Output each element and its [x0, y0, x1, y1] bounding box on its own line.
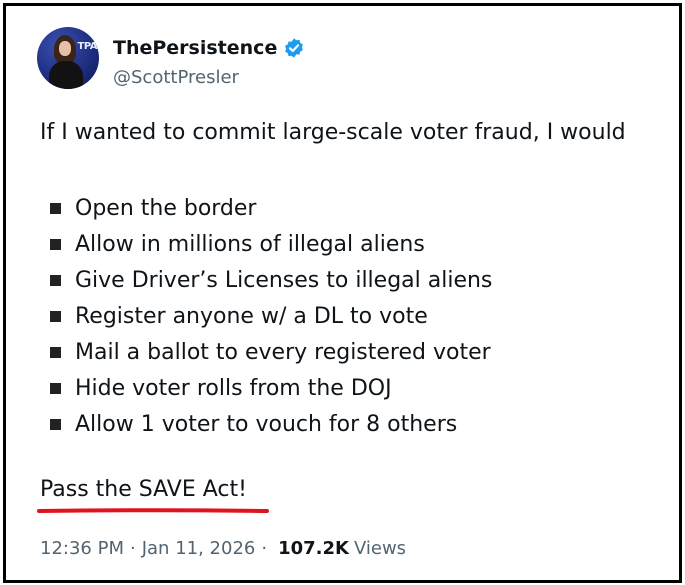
avatar-body — [49, 61, 83, 89]
list-item: Allow in millions of illegal aliens — [50, 226, 492, 262]
list-item-text: Give Driver’s Licenses to illegal aliens — [75, 267, 493, 293]
tweet-meta: 12:36 PM · Jan 11, 2026 · 107.2K Views — [40, 538, 406, 559]
tweet-intro-text: If I wanted to commit large-scale voter … — [40, 120, 626, 145]
red-underline-mark — [37, 508, 269, 513]
square-bullet-icon — [50, 238, 61, 250]
tweet-card: TPA ThePersistence @ScottPresler If I wa… — [3, 3, 682, 583]
tweet-time[interactable]: 12:36 PM — [40, 538, 124, 559]
square-bullet-icon — [50, 274, 61, 286]
square-bullet-icon — [50, 310, 61, 322]
avatar-banner-text: TPA — [77, 41, 98, 52]
list-item: Allow 1 voter to vouch for 8 others — [50, 406, 492, 442]
list-item: Open the border — [50, 190, 492, 226]
author-name-row[interactable]: ThePersistence — [113, 37, 305, 59]
list-item-text: Hide voter rolls from the DOJ — [75, 375, 392, 401]
views-count: 107.2K — [278, 538, 349, 559]
list-item-text: Allow 1 voter to vouch for 8 others — [75, 411, 458, 437]
avatar[interactable]: TPA — [37, 27, 99, 89]
bullet-list: Open the border Allow in millions of ill… — [50, 190, 492, 442]
call-to-action-text: Pass the SAVE Act! — [40, 477, 247, 502]
author-handle[interactable]: @ScottPresler — [113, 67, 239, 88]
square-bullet-icon — [50, 418, 61, 430]
avatar-face — [59, 41, 71, 56]
tweet-date[interactable]: Jan 11, 2026 — [142, 538, 256, 559]
square-bullet-icon — [50, 346, 61, 358]
views-label: Views — [353, 538, 407, 559]
list-item: Hide voter rolls from the DOJ — [50, 370, 492, 406]
square-bullet-icon — [50, 382, 61, 394]
square-bullet-icon — [50, 202, 61, 214]
list-item-text: Allow in millions of illegal aliens — [75, 231, 425, 257]
list-item-text: Register anyone w/ a DL to vote — [75, 303, 428, 329]
list-item-text: Mail a ballot to every registered voter — [75, 339, 491, 365]
list-item: Register anyone w/ a DL to vote — [50, 298, 492, 334]
list-item-text: Open the border — [75, 195, 257, 221]
meta-separator: · — [261, 538, 268, 559]
meta-separator: · — [129, 538, 136, 559]
list-item: Mail a ballot to every registered voter — [50, 334, 492, 370]
verified-badge-icon — [285, 38, 304, 58]
author-display-name[interactable]: ThePersistence — [113, 37, 277, 59]
list-item: Give Driver’s Licenses to illegal aliens — [50, 262, 492, 298]
